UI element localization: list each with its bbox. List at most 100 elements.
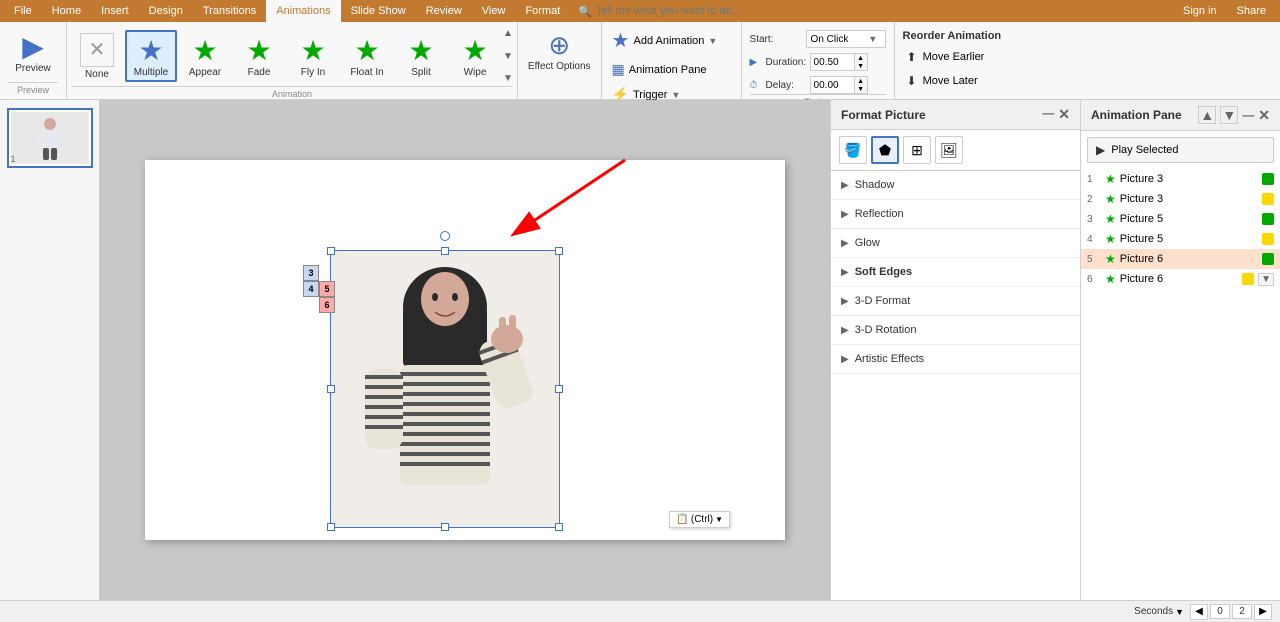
ctrl-icon: 📋	[676, 514, 688, 525]
start-dropdown[interactable]: On Click ▼	[806, 30, 886, 48]
move-later-button[interactable]: ⬇ Move Later	[903, 72, 1047, 90]
handle-tl[interactable]	[327, 247, 335, 255]
slide-canvas: 3 4 5 6	[145, 160, 785, 540]
duration-input[interactable]	[810, 53, 855, 71]
anim-star-6: ★	[1105, 272, 1116, 286]
soft-edges-header[interactable]: ▶ Soft Edges	[831, 258, 1080, 286]
preview-button[interactable]: ▶ Preview	[8, 26, 58, 78]
effect-options-button[interactable]: ⊕ Effect Options	[524, 26, 595, 76]
flyin-icon: ★	[300, 34, 325, 67]
slide-thumb-1[interactable]: 1	[7, 108, 93, 168]
anim-star-5: ★	[1105, 252, 1116, 266]
multiple-label: Multiple	[134, 67, 168, 78]
tab-file[interactable]: File	[4, 0, 42, 22]
3d-rotation-header[interactable]: ▶ 3-D Rotation	[831, 316, 1080, 344]
scroll-down-arrow[interactable]: ▼	[503, 51, 513, 62]
start-dropdown-arrow: ▼	[868, 34, 877, 44]
nav-next-button[interactable]: ▶	[1254, 604, 1272, 620]
tab-insert[interactable]: Insert	[91, 0, 139, 22]
rotation-handle[interactable]	[440, 231, 450, 241]
tab-design[interactable]: Design	[139, 0, 193, 22]
anim-pane-reorder-up[interactable]: ▲	[1198, 106, 1216, 124]
artistic-effects-header[interactable]: ▶ Artistic Effects	[831, 345, 1080, 373]
anim-flyin-button[interactable]: ★ Fly In	[287, 32, 339, 80]
soft-edges-arrow: ▶	[841, 267, 849, 278]
anim-wipe-button[interactable]: ★ Wipe	[449, 32, 501, 80]
anim-multiple-button[interactable]: ★ Multiple	[125, 30, 177, 82]
handle-mr[interactable]	[555, 385, 563, 393]
format-tab-fill[interactable]: 🪣	[839, 136, 867, 164]
duration-spinbox: ▲ ▼	[810, 53, 868, 71]
anim-fade-button[interactable]: ★ Fade	[233, 32, 285, 80]
anim-pane-reorder-down[interactable]: ▼	[1220, 106, 1238, 124]
delay-row: ⏱ Delay: ▲ ▼	[750, 76, 886, 94]
tab-slideshow[interactable]: Slide Show	[341, 0, 416, 22]
person-figure	[345, 257, 545, 527]
badge-6: 6	[319, 297, 335, 313]
share-button[interactable]: Share	[1227, 3, 1276, 19]
tab-transitions[interactable]: Transitions	[193, 0, 266, 22]
scroll-more-arrow[interactable]: ▼	[503, 73, 513, 84]
handle-ml[interactable]	[327, 385, 335, 393]
anim-split-button[interactable]: ★ Split	[395, 32, 447, 80]
handle-bm[interactable]	[441, 523, 449, 531]
format-panel-minimize[interactable]: —	[1042, 106, 1054, 123]
anim-pane-close[interactable]: ✕	[1258, 107, 1270, 124]
sign-in-button[interactable]: Sign in	[1173, 3, 1227, 19]
play-selected-icon: ▶	[1096, 143, 1105, 157]
ctrl-badge[interactable]: 📋 (Ctrl) ▼	[669, 511, 730, 528]
shadow-header[interactable]: ▶ Shadow	[831, 171, 1080, 199]
tab-animations[interactable]: Animations	[266, 0, 340, 22]
shadow-section: ▶ Shadow	[831, 171, 1080, 200]
tab-home[interactable]: Home	[42, 0, 91, 22]
handle-tm[interactable]	[441, 247, 449, 255]
anim-item-3[interactable]: 3 ★ Picture 5	[1081, 209, 1280, 229]
format-tab-layout[interactable]: ⊞	[903, 136, 931, 164]
anim-item-1[interactable]: 1 ★ Picture 3	[1081, 169, 1280, 189]
delay-down[interactable]: ▼	[855, 85, 867, 93]
slide-thumb-content	[11, 112, 89, 164]
anim-item-6[interactable]: 6 ★ Picture 6 ▼	[1081, 269, 1280, 289]
anim-floatin-button[interactable]: ★ Float In	[341, 32, 393, 80]
picture-frame[interactable]	[330, 250, 560, 528]
3d-format-header[interactable]: ▶ 3-D Format	[831, 287, 1080, 315]
duration-down[interactable]: ▼	[855, 62, 867, 70]
tab-view[interactable]: View	[472, 0, 516, 22]
status-bar: Seconds ▼ ◀ 0 2 ▶	[0, 600, 1280, 622]
split-label: Split	[411, 67, 430, 78]
3d-format-section: ▶ 3-D Format	[831, 287, 1080, 316]
glow-label: Glow	[855, 237, 880, 249]
tab-format[interactable]: Format	[515, 0, 570, 22]
search-input[interactable]	[596, 5, 796, 17]
play-selected-button[interactable]: ▶ Play Selected	[1087, 137, 1274, 163]
scroll-up-arrow[interactable]: ▲	[503, 28, 513, 39]
delay-up[interactable]: ▲	[855, 77, 867, 85]
format-tab-effects[interactable]: ⬟	[871, 136, 899, 164]
fade-icon: ★	[246, 34, 271, 67]
nav-prev-button[interactable]: ◀	[1190, 604, 1208, 620]
anim-pane-minimize[interactable]: —	[1242, 108, 1254, 122]
anim-item-5[interactable]: 5 ★ Picture 6	[1081, 249, 1280, 269]
timing-section: Start: On Click ▼ ▶ Duration: ▲ ▼	[742, 22, 895, 99]
anim-appear-button[interactable]: ★ Appear	[179, 32, 231, 80]
animation-pane-button[interactable]: ▦ Animation Pane	[608, 59, 735, 80]
move-earlier-button[interactable]: ⬆ Move Earlier	[903, 48, 1047, 66]
delay-input[interactable]	[810, 76, 855, 94]
anim-dropdown-6[interactable]: ▼	[1258, 273, 1274, 286]
anim-none-button[interactable]: ✕ None	[71, 31, 123, 82]
reflection-header[interactable]: ▶ Reflection	[831, 200, 1080, 228]
anim-num-1: 1	[1087, 174, 1101, 185]
duration-up[interactable]: ▲	[855, 54, 867, 62]
add-animation-button[interactable]: ★ Add Animation ▼	[608, 26, 735, 55]
seconds-dropdown-arrow[interactable]: ▼	[1175, 607, 1184, 617]
anim-item-4[interactable]: 4 ★ Picture 5	[1081, 229, 1280, 249]
handle-br[interactable]	[555, 523, 563, 531]
format-panel-close[interactable]: ✕	[1058, 106, 1070, 123]
tab-review[interactable]: Review	[416, 0, 472, 22]
handle-tr[interactable]	[555, 247, 563, 255]
advanced-animation-section: ★ Add Animation ▼ ▦ Animation Pane ⚡ Tri…	[602, 22, 742, 99]
format-tab-picture[interactable]: 🖼	[935, 136, 963, 164]
glow-header[interactable]: ▶ Glow	[831, 229, 1080, 257]
anim-item-2[interactable]: 2 ★ Picture 3	[1081, 189, 1280, 209]
handle-bl[interactable]	[327, 523, 335, 531]
